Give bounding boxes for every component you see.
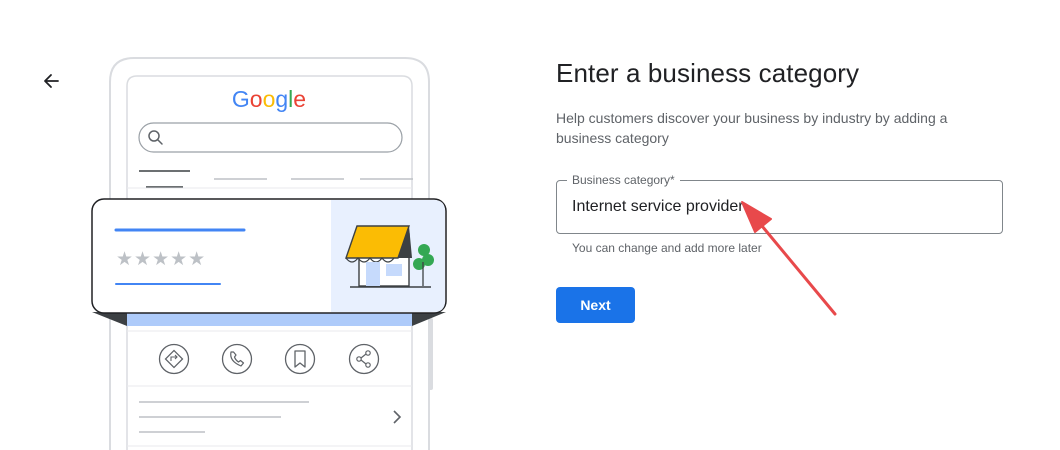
- phone-illustration: Google ★★★★★: [91, 57, 447, 450]
- helper-text: You can change and add more later: [572, 241, 762, 255]
- logo-letter: o: [250, 86, 263, 112]
- google-logo: Google: [232, 86, 306, 112]
- share-icon: [348, 343, 380, 375]
- bookmark-icon: [284, 343, 316, 375]
- business-category-label: Business category*: [567, 173, 680, 187]
- page-subtitle: Help customers discover your business by…: [556, 110, 948, 146]
- search-bar: [138, 122, 403, 153]
- logo-letter: G: [232, 86, 250, 112]
- next-button[interactable]: Next: [556, 287, 635, 323]
- page-title: Enter a business category: [556, 58, 860, 88]
- logo-letter: e: [293, 86, 306, 112]
- directions-icon: [158, 343, 190, 375]
- business-card: ★★★★★: [91, 198, 447, 326]
- business-category-input[interactable]: [572, 194, 982, 220]
- business-category-field[interactable]: Business category*: [556, 173, 1003, 234]
- phone-icon: [221, 343, 253, 375]
- rating-stars: ★★★★★: [116, 248, 206, 270]
- logo-letter: g: [275, 86, 288, 112]
- logo-letter: o: [263, 86, 276, 112]
